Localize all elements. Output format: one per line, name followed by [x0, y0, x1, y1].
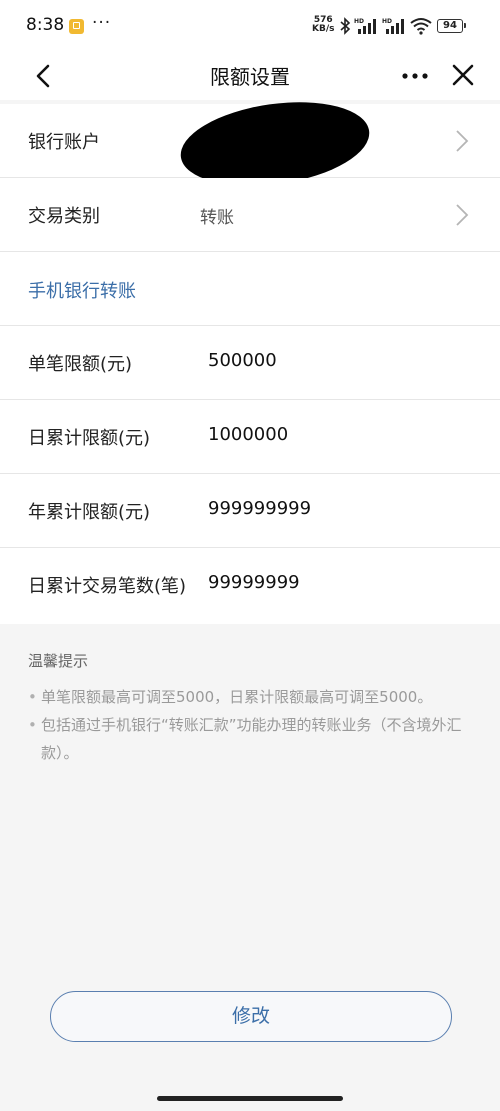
- signal-hd-icon: HD: [382, 18, 404, 34]
- daily-limit-row: 日累计限额(元) 1000000: [0, 400, 500, 474]
- daily-count-row: 日累计交易笔数(笔) 99999999: [0, 548, 500, 624]
- status-bar: 8:38 ··· 576 KB/s HD HD 94: [0, 0, 500, 52]
- signal-hd-icon: HD: [354, 18, 376, 34]
- single-limit-label: 单笔限额(元): [28, 354, 133, 375]
- daily-limit-value: 1000000: [208, 424, 289, 445]
- single-limit-value: 500000: [208, 350, 277, 371]
- svg-text:HD: HD: [354, 18, 364, 25]
- chevron-right-icon: [456, 130, 469, 152]
- bank-account-label: 银行账户: [28, 132, 100, 153]
- app-notification-icon: [69, 19, 84, 34]
- navigation-bar: 限额设置: [0, 52, 500, 100]
- yearly-limit-row: 年累计限额(元) 999999999: [0, 474, 500, 548]
- tips-section: 温馨提示 单笔限额最高可调至5000，日累计限额最高可调至5000。 包括通过手…: [28, 650, 478, 767]
- mobile-banking-transfer-title[interactable]: 手机银行转账: [28, 277, 136, 303]
- wifi-icon: [410, 18, 432, 35]
- section-header-row: 手机银行转账: [0, 252, 500, 326]
- daily-count-value: 99999999: [208, 572, 300, 593]
- modify-button[interactable]: 修改: [50, 991, 452, 1042]
- bluetooth-icon: [340, 17, 351, 35]
- chevron-right-icon: [456, 204, 469, 226]
- yearly-limit-label: 年累计限额(元): [28, 502, 151, 523]
- close-icon[interactable]: [448, 60, 478, 90]
- network-speed: 576 KB/s: [312, 16, 334, 34]
- transaction-type-value: 转账: [200, 208, 234, 228]
- tips-title: 温馨提示: [28, 652, 89, 670]
- status-time: 8:38: [26, 15, 65, 35]
- daily-limit-label: 日累计限额(元): [28, 428, 151, 449]
- daily-count-label: 日累计交易笔数(笔): [28, 576, 187, 597]
- transaction-type-label: 交易类别: [28, 206, 100, 227]
- network-speed-unit: KB/s: [312, 24, 335, 34]
- tip-item: 单笔限额最高可调至5000，日累计限额最高可调至5000。: [28, 683, 478, 711]
- more-icon[interactable]: [399, 62, 431, 90]
- yearly-limit-value: 999999999: [208, 498, 312, 519]
- status-more-indicator: ···: [92, 13, 112, 33]
- svg-text:HD: HD: [382, 18, 392, 25]
- home-indicator[interactable]: [157, 1096, 343, 1101]
- tip-item: 包括通过手机银行“转账汇款”功能办理的转账业务（不含境外汇款）。: [28, 711, 478, 767]
- single-limit-row: 单笔限额(元) 500000: [0, 326, 500, 400]
- transaction-type-row[interactable]: 交易类别 转账: [0, 178, 500, 252]
- battery-icon: 94: [437, 19, 466, 33]
